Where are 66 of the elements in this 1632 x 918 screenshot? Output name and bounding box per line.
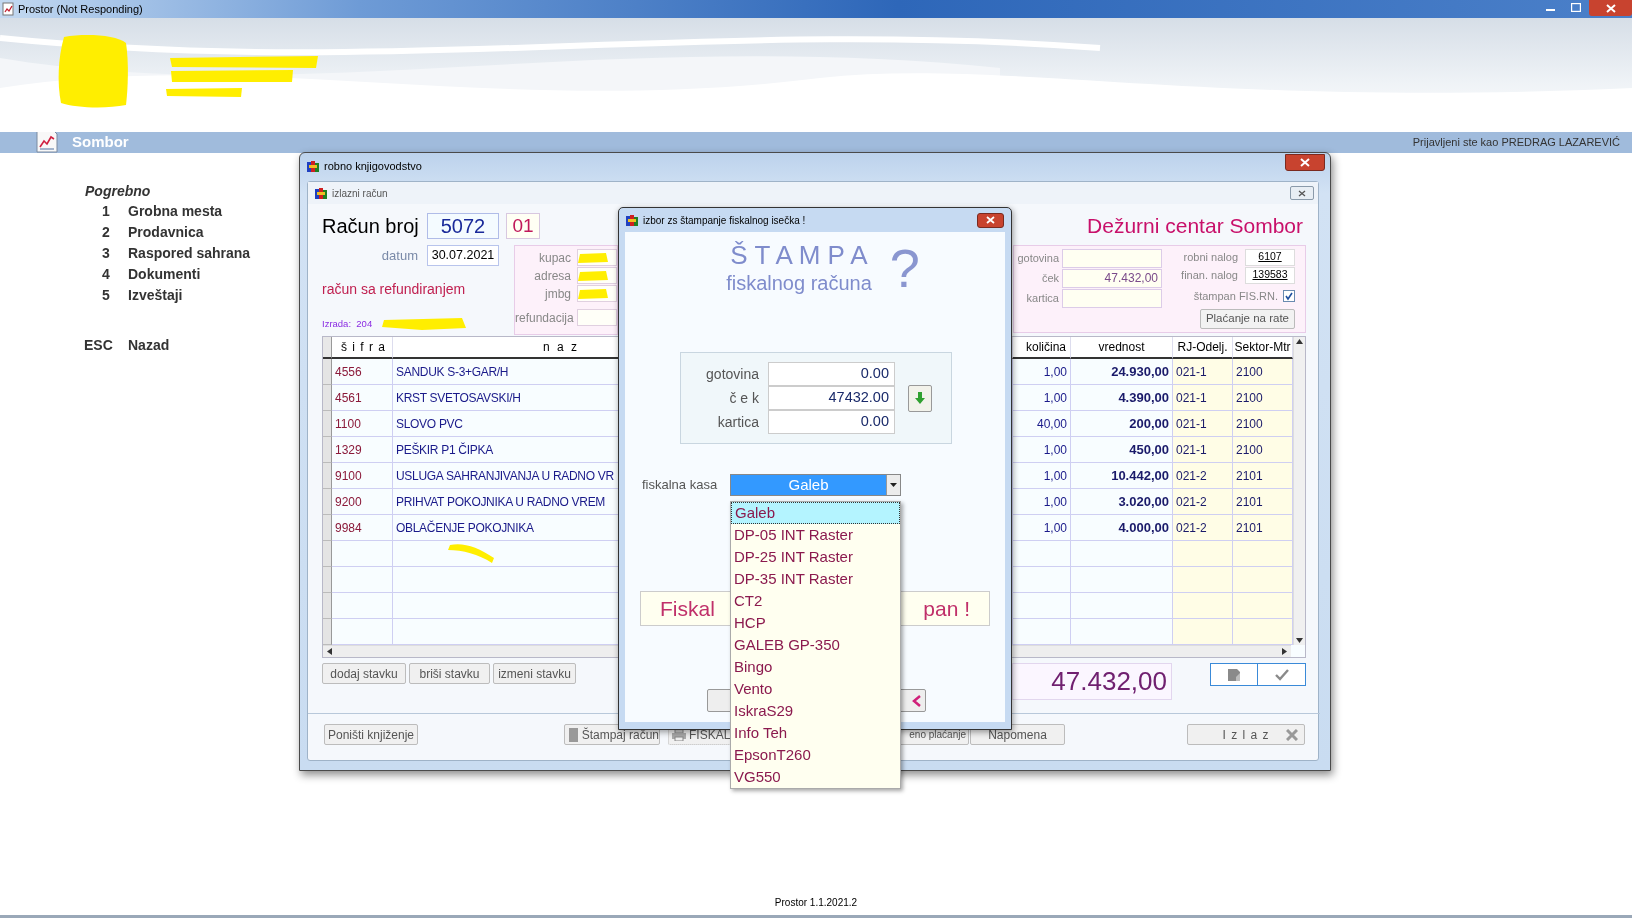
table-cell: 021-1	[1173, 437, 1233, 463]
table-cell: 2101	[1233, 515, 1293, 541]
table-cell: 4556	[332, 359, 393, 385]
table-cell: 9984	[332, 515, 393, 541]
field-label: gotovina	[705, 364, 760, 384]
center-name: Dežurni centar Sombor	[1087, 213, 1304, 240]
table-cell: 021-2	[1173, 489, 1233, 515]
table-cell: 40,00	[1013, 411, 1071, 437]
menu-key: 5	[102, 285, 128, 306]
field-label: finan. nalog	[1181, 267, 1238, 283]
table-cell: 2100	[1233, 411, 1293, 437]
field-label: jmbg	[543, 285, 572, 303]
menu-key: 4	[102, 264, 128, 285]
table-cell: 021-2	[1173, 515, 1233, 541]
table-cell: 9200	[332, 489, 393, 515]
table-cell: 2100	[1233, 437, 1293, 463]
message-text: Fiskal	[660, 595, 715, 622]
menu-key: 2	[102, 222, 128, 243]
login-status: Prijavljeni ste kao PREDRAG LAZAREVIĆ	[1412, 135, 1620, 151]
table-cell: 4561	[332, 385, 393, 411]
invoice-type-note: račun sa refundiranjem	[322, 280, 467, 299]
table-cell: 2101	[1233, 463, 1293, 489]
window-title: robno knjigovodstvo	[324, 158, 422, 174]
panel-title: izlazni račun	[332, 186, 388, 201]
table-cell: 1,00	[1013, 359, 1071, 385]
version-text: Prostor 1.1.2021.2	[774, 896, 858, 910]
dialog-heading: Š T A M P A	[730, 240, 868, 270]
table-cell: 021-1	[1173, 385, 1233, 411]
field-label: kartica	[716, 412, 760, 432]
table-cell: 1329	[332, 437, 393, 463]
menu-heading: Pogrebno	[85, 182, 151, 201]
menu-key: 1	[102, 201, 128, 222]
dialog-subheading: fiskalnog računa	[726, 271, 872, 296]
field-label: č e k	[728, 388, 760, 408]
field-label: ček	[1040, 270, 1059, 286]
table-cell: 9100	[332, 463, 393, 489]
table-cell: 021-1	[1173, 359, 1233, 385]
question-mark: ?	[889, 240, 920, 296]
table-cell: 2101	[1233, 489, 1293, 515]
table-cell: 2100	[1233, 359, 1293, 385]
table-cell: 1,00	[1013, 515, 1071, 541]
dialog-title: izbor zs štampanje fiskalnog isečka !	[643, 213, 806, 228]
location-title: Sombor	[72, 132, 129, 153]
field-label: robni nalog	[1183, 249, 1238, 265]
table-cell: 1,00	[1013, 385, 1071, 411]
invoice-heading: Račun broj	[322, 214, 420, 239]
table-cell: 1,00	[1013, 489, 1071, 515]
field-label: adresa	[533, 267, 572, 285]
total-amount: 47.432,00	[1012, 663, 1172, 700]
menu-key: ESC	[84, 335, 128, 356]
field-label: refundacija	[515, 309, 575, 327]
field-label: gotovina	[1016, 250, 1059, 266]
creator-text: Izrada: 204	[322, 317, 373, 331]
field-label: datum	[380, 246, 418, 265]
checkbox-label: štampan FIS.RN.	[1193, 288, 1278, 304]
window-title: Prostor (Not Responding)	[18, 1, 143, 17]
table-cell: 2100	[1233, 385, 1293, 411]
table-cell: 021-2	[1173, 463, 1233, 489]
table-cell: 1,00	[1013, 437, 1071, 463]
field-label: kupac	[537, 249, 572, 267]
table-cell: 1100	[332, 411, 393, 437]
table-cell: 1,00	[1013, 463, 1071, 489]
message-text: pan !	[923, 595, 970, 622]
menu-key: 3	[102, 243, 128, 264]
table-cell: 021-1	[1173, 411, 1233, 437]
field-label: kartica	[1025, 290, 1059, 306]
